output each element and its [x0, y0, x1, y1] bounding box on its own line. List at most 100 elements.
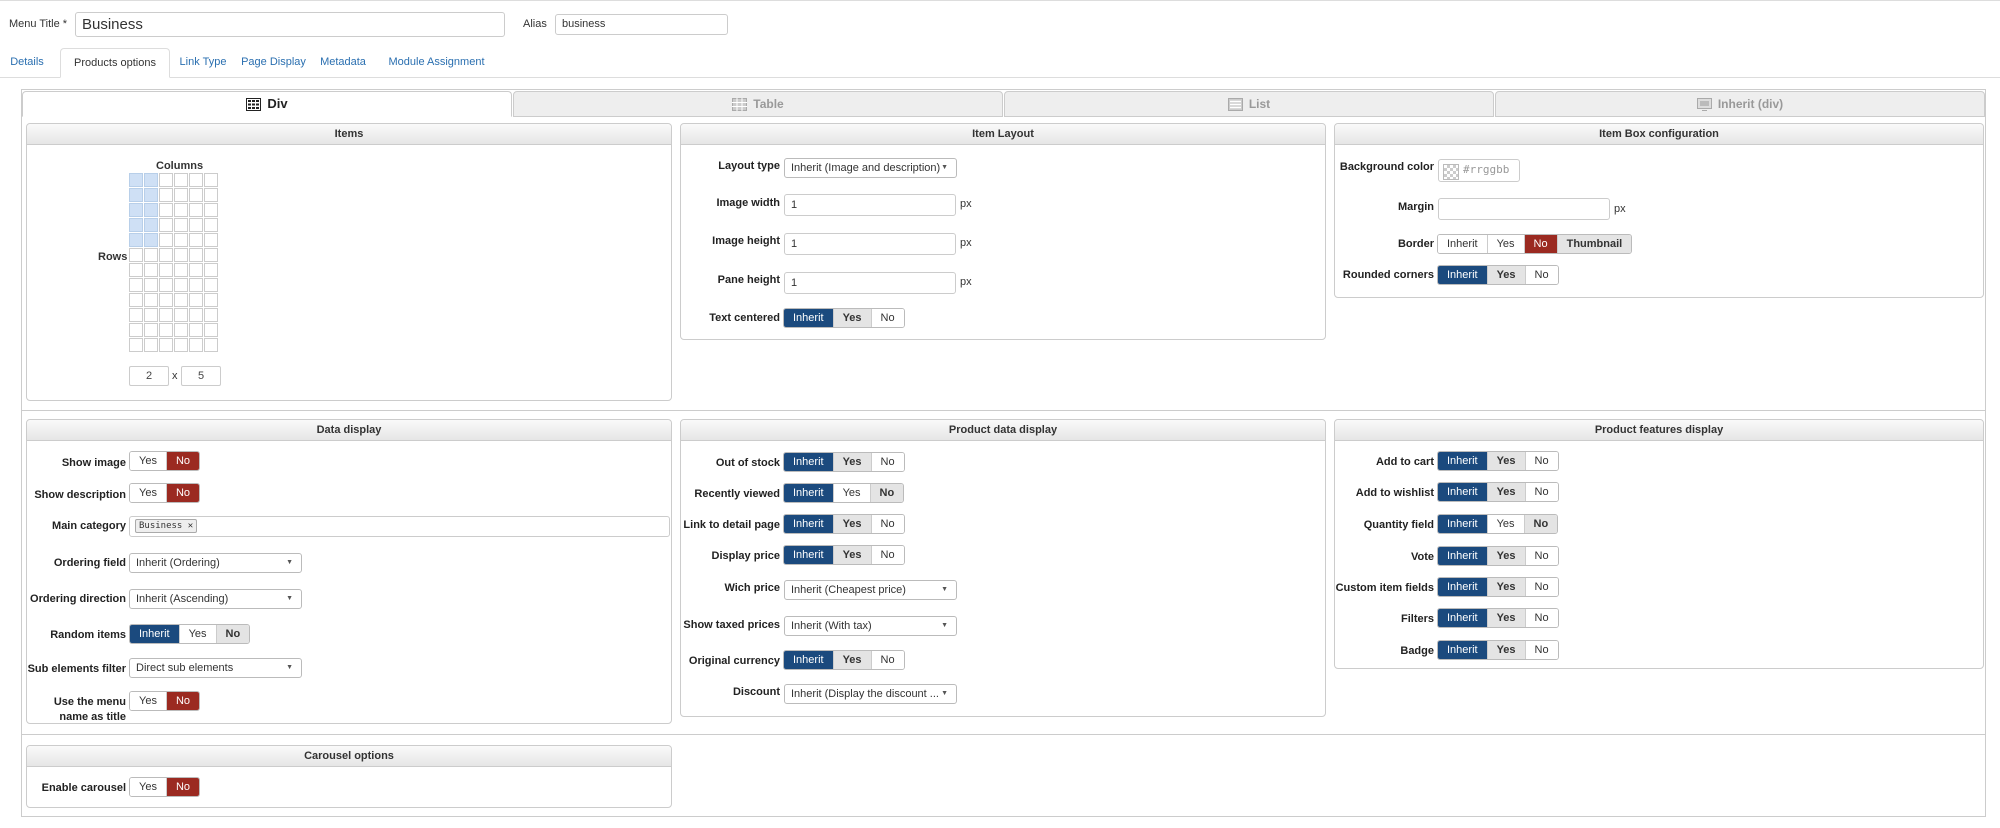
grid-cell[interactable] [174, 218, 188, 232]
grid-cell[interactable] [159, 218, 173, 232]
yes-option[interactable]: Yes [1487, 515, 1525, 533]
tab-metadata[interactable]: Metadata [314, 48, 372, 77]
no-option[interactable]: No [1525, 483, 1558, 501]
grid-cell[interactable] [204, 188, 218, 202]
no-option[interactable]: No [870, 484, 904, 502]
yes-option[interactable]: Yes [130, 692, 167, 710]
layout-tab-table[interactable]: Table [513, 91, 1003, 117]
inherit-option[interactable]: Inherit [784, 546, 834, 564]
ordering-field-select[interactable]: Inherit (Ordering) ▼ [129, 553, 302, 573]
tab-module-assignment[interactable]: Module Assignment [384, 48, 489, 77]
grid-cell[interactable] [189, 323, 203, 337]
tab-products-options[interactable]: Products options [60, 48, 170, 78]
inherit-option[interactable]: Inherit [784, 651, 834, 669]
yes-option[interactable]: Yes [130, 484, 167, 502]
inherit-option[interactable]: Inherit [1438, 578, 1488, 596]
no-option[interactable]: No [871, 651, 904, 669]
tab-details[interactable]: Details [8, 48, 46, 77]
grid-cell[interactable] [174, 173, 188, 187]
custom-item-fields-toggle[interactable]: Inherit Yes No [1437, 577, 1559, 597]
grid-cell[interactable] [144, 248, 158, 262]
grid-cell[interactable] [159, 293, 173, 307]
discount-select[interactable]: Inherit (Display the discount ... ▼ [784, 684, 957, 704]
link-detail-page-toggle[interactable]: Inherit Yes No [783, 514, 905, 534]
display-price-toggle[interactable]: Inherit Yes No [783, 545, 905, 565]
no-option[interactable]: No [216, 625, 250, 643]
yes-option[interactable]: Yes [179, 625, 217, 643]
yes-option[interactable]: Yes [833, 309, 872, 327]
sub-elements-filter-select[interactable]: Direct sub elements ▼ [129, 658, 302, 678]
grid-cell[interactable] [189, 188, 203, 202]
grid-cell[interactable] [204, 263, 218, 277]
no-option[interactable]: No [1524, 235, 1558, 253]
grid-cell[interactable] [144, 233, 158, 247]
inherit-option[interactable]: Inherit [1438, 266, 1488, 284]
grid-cell[interactable] [129, 188, 143, 202]
grid-cell[interactable] [159, 263, 173, 277]
no-option[interactable]: No [1525, 641, 1558, 659]
no-option[interactable]: No [1524, 515, 1558, 533]
inherit-option[interactable]: Inherit [784, 453, 834, 471]
layout-tab-inherit[interactable]: Inherit (div) [1495, 91, 1985, 117]
grid-cell[interactable] [174, 233, 188, 247]
no-option[interactable]: No [1525, 547, 1558, 565]
show-image-toggle[interactable]: Yes No [129, 451, 201, 471]
grid-cell[interactable] [174, 188, 188, 202]
yes-option[interactable]: Yes [1487, 483, 1526, 501]
grid-cell[interactable] [189, 263, 203, 277]
original-currency-toggle[interactable]: Inherit Yes No [783, 650, 905, 670]
grid-cell[interactable] [159, 308, 173, 322]
ordering-direction-select[interactable]: Inherit (Ascending) ▼ [129, 589, 302, 609]
thumbnail-option[interactable]: Thumbnail [1557, 235, 1632, 253]
inherit-option[interactable]: Inherit [784, 515, 834, 533]
inherit-option[interactable]: Inherit [1438, 641, 1488, 659]
quantity-field-toggle[interactable]: Inherit Yes No [1437, 514, 1559, 534]
yes-option[interactable]: Yes [833, 515, 872, 533]
inherit-option[interactable]: Inherit [1438, 483, 1488, 501]
no-option[interactable]: No [166, 692, 200, 710]
grid-cell[interactable] [174, 263, 188, 277]
tab-page-display[interactable]: Page Display [236, 48, 311, 77]
grid-cell[interactable] [144, 308, 158, 322]
use-menu-name-toggle[interactable]: Yes No [129, 691, 201, 711]
no-option[interactable]: No [166, 778, 200, 796]
yes-option[interactable]: Yes [833, 484, 871, 502]
grid-cell[interactable] [159, 173, 173, 187]
no-option[interactable]: No [871, 453, 904, 471]
grid-cell[interactable] [174, 278, 188, 292]
grid-cell[interactable] [174, 323, 188, 337]
out-of-stock-toggle[interactable]: Inherit Yes No [783, 452, 905, 472]
grid-cell[interactable] [159, 203, 173, 217]
remove-tag-icon[interactable]: ✕ [188, 521, 193, 531]
no-option[interactable]: No [166, 484, 200, 502]
filters-toggle[interactable]: Inherit Yes No [1437, 608, 1559, 628]
grid-cell[interactable] [189, 278, 203, 292]
rounded-corners-toggle[interactable]: Inherit Yes No [1437, 265, 1559, 285]
rows-count-input[interactable]: 5 [181, 366, 221, 386]
grid-cell[interactable] [129, 278, 143, 292]
inherit-option[interactable]: Inherit [784, 309, 834, 327]
grid-cell[interactable] [159, 233, 173, 247]
background-color-input[interactable]: #rrggbb [1438, 159, 1520, 182]
badge-toggle[interactable]: Inherit Yes No [1437, 640, 1559, 660]
random-items-toggle[interactable]: Inherit Yes No [129, 624, 251, 644]
grid-cell[interactable] [129, 203, 143, 217]
inherit-option[interactable]: Inherit [1438, 515, 1488, 533]
pane-height-input[interactable]: 1 [784, 272, 956, 294]
menu-title-input[interactable]: Business [75, 12, 505, 37]
grid-cell[interactable] [159, 338, 173, 352]
grid-cell[interactable] [144, 188, 158, 202]
grid-cell[interactable] [174, 248, 188, 262]
inherit-option[interactable]: Inherit [1438, 235, 1488, 253]
yes-option[interactable]: Yes [833, 546, 872, 564]
yes-option[interactable]: Yes [833, 453, 872, 471]
alias-input[interactable]: business [555, 14, 728, 35]
grid-cell[interactable] [144, 263, 158, 277]
grid-cell[interactable] [189, 338, 203, 352]
vote-toggle[interactable]: Inherit Yes No [1437, 546, 1559, 566]
grid-cell[interactable] [129, 323, 143, 337]
grid-cell[interactable] [204, 173, 218, 187]
grid-cell[interactable] [204, 308, 218, 322]
yes-option[interactable]: Yes [130, 452, 167, 470]
grid-cell[interactable] [159, 188, 173, 202]
